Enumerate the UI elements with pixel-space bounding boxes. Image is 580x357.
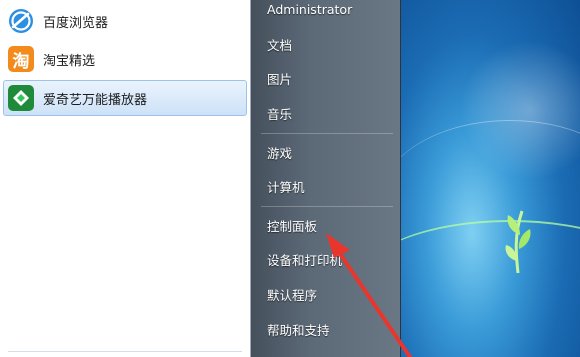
taobao-icon: 淘 (7, 45, 35, 73)
place-item-help-support[interactable]: 帮助和支持 (259, 316, 395, 342)
wallpaper-leaf-icon (505, 210, 531, 274)
program-label: 淘宝精选 (43, 53, 96, 69)
wallpaper-streak (400, 220, 580, 342)
place-item-documents[interactable]: 文档 (259, 31, 395, 57)
place-item-devices-printers[interactable]: 设备和打印机 (259, 246, 395, 272)
place-item-games[interactable]: 游戏 (259, 139, 395, 165)
place-item-computer[interactable]: 计算机 (259, 173, 395, 199)
program-item-iqiyi-player[interactable]: 爱奇艺万能播放器 (3, 80, 247, 116)
place-item-music[interactable]: 音乐 (259, 100, 395, 126)
program-label: 爱奇艺万能播放器 (43, 92, 148, 108)
divider (261, 133, 393, 134)
divider (8, 351, 242, 352)
place-item-control-panel[interactable]: 控制面板 (259, 212, 395, 238)
program-item-taobao[interactable]: 淘 淘宝精选 (3, 41, 247, 77)
place-item-pictures[interactable]: 图片 (259, 65, 395, 91)
program-label: 百度浏览器 (43, 15, 109, 31)
program-item-baidu-browser[interactable]: 百度浏览器 (3, 3, 247, 39)
start-menu-places-pane: Administrator 文档 图片 音乐 游戏 计算机 控制面板 设备和打印… (251, 0, 401, 357)
desktop-wallpaper (400, 0, 580, 357)
place-item-administrator[interactable]: Administrator (259, 0, 395, 22)
start-menu-programs-pane: 百度浏览器 淘 淘宝精选 爱奇艺万能播放器 (0, 0, 251, 357)
baidu-browser-icon (7, 7, 35, 35)
iqiyi-player-icon (7, 84, 35, 112)
place-item-default-programs[interactable]: 默认程序 (259, 281, 395, 307)
divider (261, 206, 393, 207)
taobao-icon-glyph: 淘 (8, 46, 34, 72)
